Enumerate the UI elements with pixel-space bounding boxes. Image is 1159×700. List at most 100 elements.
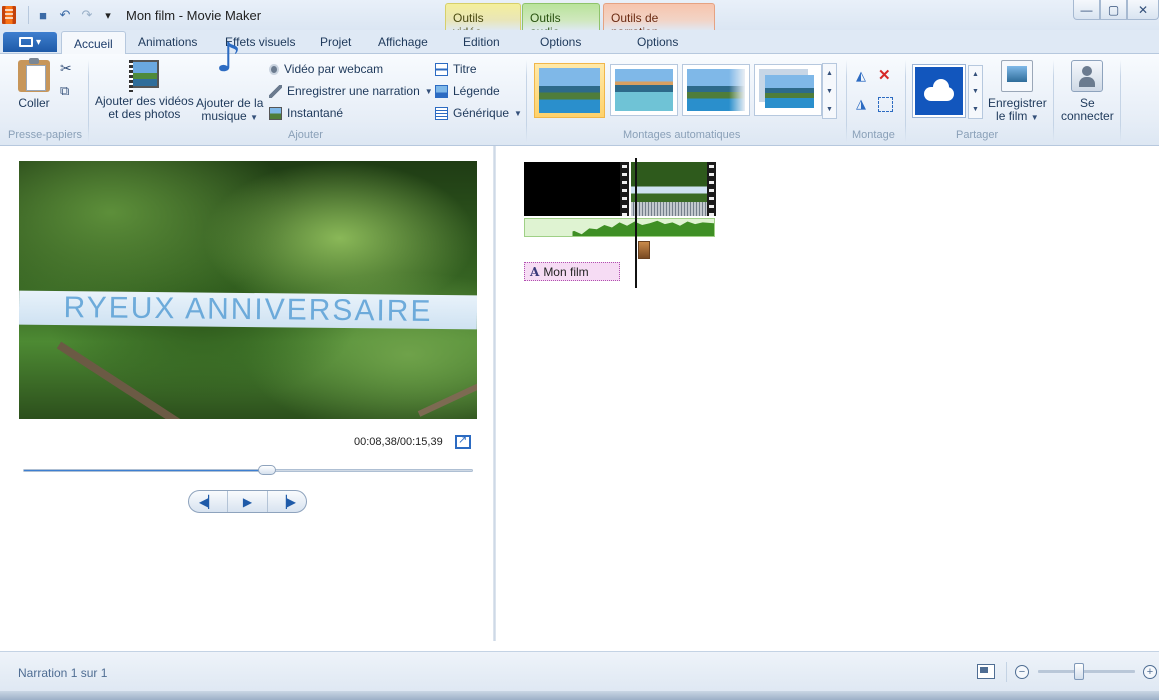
- theme-thumbnail: [687, 69, 745, 111]
- video-clip[interactable]: [631, 162, 707, 216]
- tab-animations[interactable]: Animations: [138, 35, 197, 49]
- credits-button[interactable]: Générique ▼: [435, 106, 522, 120]
- preview-banner: RYEUX ANNIVERSAIRE: [19, 290, 477, 330]
- audio-track[interactable]: [524, 218, 715, 237]
- file-menu-arrow: ▾: [35, 36, 42, 48]
- scroll-up-icon[interactable]: ▲: [826, 70, 833, 77]
- group-separator: [905, 60, 906, 142]
- add-videos-photos-button[interactable]: Ajouter des vidéos et des photos: [95, 60, 194, 121]
- scroll-down-icon[interactable]: ▼: [972, 88, 979, 95]
- ribbon-tabs: ▾ Accueil Animations Effets visuels Proj…: [0, 30, 1159, 55]
- tab-audio-options[interactable]: Options: [540, 35, 581, 49]
- playhead[interactable]: [635, 158, 637, 288]
- record-narration-button[interactable]: Enregistrer une narration ▼: [269, 84, 433, 98]
- seek-thumb[interactable]: [258, 465, 277, 475]
- maximize-button[interactable]: ▢: [1100, 0, 1127, 20]
- select-all-icon[interactable]: [878, 97, 893, 112]
- play-button[interactable]: ▶: [228, 491, 268, 512]
- title-icon: [435, 62, 448, 76]
- rotate-left-icon[interactable]: ◭: [856, 68, 866, 84]
- group-separator: [1120, 60, 1121, 142]
- status-separator: [1006, 662, 1007, 682]
- fullscreen-icon[interactable]: [455, 433, 471, 449]
- caption-button[interactable]: Légende: [435, 84, 500, 98]
- title-bar: ■ ↶ ↷ ▾ Mon film - Movie Maker Outils vi…: [0, 0, 1159, 39]
- seek-bar[interactable]: [23, 469, 473, 472]
- caption-clip[interactable]: A Mon film: [524, 262, 620, 281]
- preview-pane: RYEUX ANNIVERSAIRE 00:08,38/00:15,39 ◀▏ …: [0, 146, 493, 651]
- dropdown-arrow-icon: ▼: [514, 108, 522, 118]
- text-icon: A: [530, 264, 540, 279]
- add-music-button[interactable]: Ajouter de la musique ▼: [196, 52, 263, 124]
- automovie-theme-1[interactable]: [534, 63, 605, 118]
- video-clip-black[interactable]: [524, 162, 620, 216]
- time-display: 00:08,38/00:15,39: [354, 436, 443, 448]
- undo-icon[interactable]: ↶: [57, 7, 73, 23]
- zoom-slider-thumb[interactable]: [1073, 663, 1084, 680]
- ribbon: Coller ✂ ⧉ Presse-papiers Ajouter des vi…: [0, 52, 1159, 146]
- automovie-theme-3[interactable]: [682, 64, 750, 116]
- expand-gallery-icon[interactable]: ▼: [826, 106, 833, 113]
- tab-edit[interactable]: Edition: [463, 35, 500, 49]
- automovie-theme-2[interactable]: [610, 64, 678, 116]
- tab-narration-options[interactable]: Options: [637, 35, 678, 49]
- record-narration-label: Enregistrer une narration: [287, 84, 420, 98]
- expand-gallery-icon[interactable]: ▼: [972, 106, 979, 113]
- rotate-right-icon[interactable]: ◮: [856, 96, 866, 112]
- group-separator: [526, 60, 527, 142]
- zoom-in-button[interactable]: +: [1143, 665, 1157, 679]
- close-button[interactable]: ✕: [1127, 0, 1159, 20]
- snapshot-button[interactable]: Instantané: [269, 106, 343, 120]
- caption-label: Légende: [453, 84, 500, 98]
- minimize-button[interactable]: —: [1073, 0, 1100, 20]
- previous-frame-button[interactable]: ◀▏: [189, 491, 229, 512]
- next-frame-button[interactable]: ▕▶: [268, 491, 306, 512]
- movie-maker-app-icon[interactable]: [2, 6, 16, 24]
- status-text: Narration 1 sur 1: [18, 666, 108, 680]
- title-button[interactable]: Titre: [435, 62, 477, 76]
- dropdown-arrow-icon: ▼: [1030, 113, 1039, 122]
- scroll-down-icon[interactable]: ▼: [826, 88, 833, 95]
- scroll-up-icon[interactable]: ▲: [972, 71, 979, 78]
- remove-icon[interactable]: ✕: [878, 66, 891, 84]
- group-label-automovie: Montages automatiques: [623, 129, 741, 141]
- film-sprocket: [620, 162, 629, 216]
- user-icon: [1071, 60, 1104, 92]
- snapshot-label: Instantané: [287, 106, 344, 120]
- add-videos-label-2: et des photos: [108, 107, 181, 121]
- seek-bar-progress: [24, 470, 268, 471]
- snapshot-icon: [269, 106, 282, 120]
- webcam-label: Vidéo par webcam: [284, 62, 384, 76]
- sign-in-button[interactable]: Se connecter: [1061, 60, 1114, 123]
- status-bar: Narration 1 sur 1 − +: [0, 651, 1159, 691]
- zoom-slider[interactable]: [1038, 670, 1135, 673]
- clipboard-icon: [18, 58, 50, 92]
- file-menu-button[interactable]: ▾: [3, 32, 57, 52]
- aspect-ratio-icon[interactable]: [977, 664, 995, 679]
- tab-view[interactable]: Affichage: [378, 35, 428, 49]
- theme-gallery-scrollbar[interactable]: ▲ ▼ ▼: [822, 63, 837, 119]
- zoom-out-button[interactable]: −: [1015, 665, 1029, 679]
- tab-project[interactable]: Projet: [320, 35, 351, 49]
- webcam-video-button[interactable]: Vidéo par webcam: [269, 62, 383, 76]
- group-separator: [1053, 60, 1054, 142]
- copy-icon[interactable]: ⧉: [60, 83, 69, 99]
- automovie-theme-4[interactable]: [754, 64, 822, 116]
- audio-waveform: [525, 220, 714, 236]
- caption-clip-label: Mon film: [543, 264, 589, 279]
- redo-icon[interactable]: ↷: [79, 7, 95, 23]
- cut-icon[interactable]: ✂: [60, 60, 72, 77]
- tab-accueil[interactable]: Accueil: [61, 31, 126, 55]
- video-preview[interactable]: RYEUX ANNIVERSAIRE: [19, 161, 477, 419]
- narration-clip[interactable]: [638, 241, 650, 259]
- paste-button[interactable]: Coller: [18, 58, 50, 110]
- save-icon[interactable]: ■: [35, 7, 51, 23]
- group-label-editing: Montage: [852, 129, 895, 141]
- onedrive-cloud-icon[interactable]: [912, 64, 966, 118]
- title-label: Titre: [453, 62, 477, 76]
- save-movie-button[interactable]: Enregistrer le film ▼: [988, 60, 1047, 124]
- customize-quick-access-icon[interactable]: ▾: [100, 7, 116, 23]
- taskbar-strip: [0, 691, 1159, 700]
- transport-controls: ◀▏ ▶ ▕▶: [188, 490, 307, 513]
- share-gallery-scrollbar[interactable]: ▲ ▼ ▼: [968, 65, 983, 119]
